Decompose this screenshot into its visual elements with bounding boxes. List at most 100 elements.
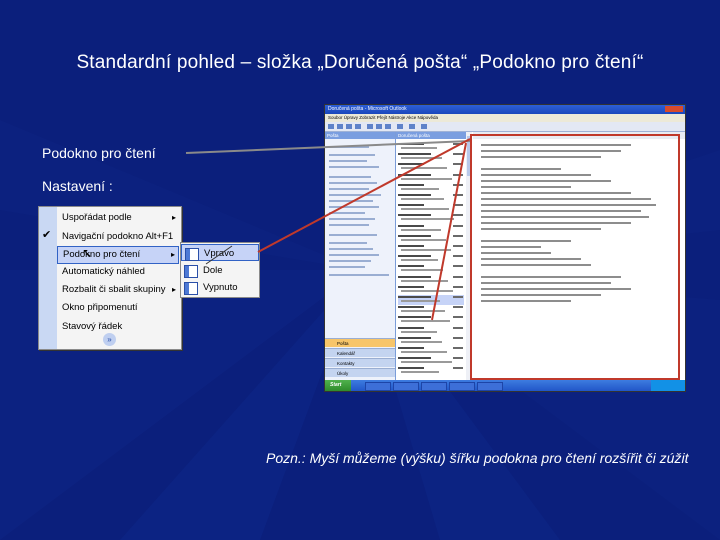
menu-item-autopreview[interactable]: Automatický náhled [57, 263, 179, 281]
row-text-line [398, 143, 424, 145]
nav-button-mail[interactable]: Pošta [325, 338, 395, 347]
menu-item-arrange-by[interactable]: Uspořádat podle ▸ [57, 209, 179, 227]
list-row[interactable] [398, 183, 464, 193]
list-row[interactable] [398, 336, 464, 346]
list-row[interactable] [398, 213, 464, 223]
row-text-line [401, 187, 439, 190]
row-text-line [398, 153, 431, 156]
nav-button-tasks[interactable]: Úkoly [325, 368, 395, 377]
list-row[interactable] [398, 326, 464, 336]
reading-pane-highlight [470, 134, 680, 380]
row-text-line [401, 279, 448, 282]
start-button[interactable]: Start [325, 380, 351, 391]
list-row[interactable] [398, 285, 464, 295]
navigation-pane: Pošta Pošta Kalendář Kontakty Úkoly [325, 132, 396, 380]
menu-item-label: Stavový řádek [62, 321, 123, 332]
nav-header: Pošta [325, 132, 395, 139]
menu-item-reminders[interactable]: Okno připomenutí [57, 299, 179, 317]
pane-layout-icon [184, 282, 198, 295]
list-row[interactable] [398, 224, 464, 234]
list-row[interactable] [398, 244, 464, 254]
row-text-line [398, 336, 431, 339]
row-text-line [398, 296, 431, 298]
row-text-line [453, 306, 463, 309]
row-text-line [401, 157, 442, 160]
list-row[interactable] [398, 366, 464, 376]
submenu-item-right[interactable]: Vpravo [181, 244, 259, 261]
taskbar-button[interactable] [449, 382, 475, 391]
row-text-line [401, 310, 445, 313]
row-text-line [401, 177, 452, 180]
footnote: Pozn.: Myší můžeme (výšku) šířku podokna… [266, 450, 689, 466]
row-text-line [453, 163, 463, 166]
row-text-line [453, 183, 463, 186]
pane-layout-icon [184, 265, 198, 278]
row-text-line [453, 285, 463, 288]
menu-item-reading-pane[interactable]: Podokno pro čtení ▸ [57, 246, 179, 264]
taskbar-button[interactable] [421, 382, 447, 391]
row-text-line [401, 351, 447, 353]
row-text-line [398, 163, 424, 166]
list-row[interactable] [398, 203, 464, 213]
row-text-line [401, 208, 449, 211]
submenu-item-bottom[interactable]: Dole [181, 262, 259, 279]
view-context-menu: ✔ Uspořádat podle ▸ Navigační podokno Alt… [38, 206, 182, 350]
list-row[interactable] [398, 346, 464, 356]
nav-button-calendar[interactable]: Kalendář [325, 348, 395, 357]
expand-menu-icon[interactable]: » [103, 333, 116, 346]
list-row[interactable] [398, 305, 464, 315]
menubar[interactable]: Soubor Úpravy Zobrazit Přejít Nástroje A… [325, 114, 685, 122]
list-header: Doručená pošta [396, 132, 466, 139]
menu-item-navigation-pane[interactable]: Navigační podokno Alt+F1 [57, 228, 179, 246]
row-text-line [453, 265, 463, 268]
row-text-line [398, 306, 424, 309]
row-text-line [401, 238, 446, 241]
row-text-line [398, 316, 431, 319]
list-row[interactable] [398, 234, 464, 244]
menu-item-label: Automatický náhled [62, 266, 145, 277]
nav-button-contacts[interactable]: Kontakty [325, 358, 395, 367]
row-text-line [453, 204, 463, 207]
check-icon: ✔ [42, 229, 52, 241]
taskbar-button[interactable] [393, 382, 419, 391]
row-text-line [401, 371, 439, 374]
row-text-line [453, 275, 463, 278]
row-text-line [401, 361, 452, 364]
list-row[interactable] [398, 264, 464, 274]
list-row[interactable] [398, 315, 464, 325]
row-text-line [453, 347, 463, 349]
row-text-line [401, 249, 451, 251]
list-row[interactable] [398, 275, 464, 285]
menu-item-expand-collapse[interactable]: Rozbalit či sbalit skupiny ▸ [57, 281, 179, 299]
list-row[interactable] [398, 254, 464, 264]
window-titlebar: Doručená pošta - Microsoft Outlook [325, 105, 685, 114]
row-text-line [401, 340, 442, 343]
row-text-line [453, 214, 463, 217]
list-row[interactable] [398, 193, 464, 203]
taskbar-button[interactable] [365, 382, 391, 391]
row-text-line [453, 173, 463, 176]
row-text-line [401, 320, 450, 323]
row-text-line [453, 194, 463, 196]
list-row[interactable] [398, 152, 464, 162]
row-text-line [401, 218, 454, 221]
pane-layout-icon [185, 248, 199, 261]
row-text-line [401, 300, 440, 302]
list-row[interactable] [398, 142, 464, 152]
submenu-arrow-icon: ▸ [171, 213, 176, 222]
row-text-line [453, 357, 463, 360]
list-row[interactable] [398, 356, 464, 366]
row-text-line [401, 228, 441, 231]
row-text-line [398, 347, 424, 349]
submenu-item-label: Vypnuto [203, 282, 238, 293]
list-row[interactable] [398, 162, 464, 172]
submenu-arrow-icon: ▸ [170, 250, 175, 259]
window-controls[interactable] [665, 106, 683, 112]
submenu-item-off[interactable]: Vypnuto [181, 279, 259, 296]
list-row[interactable] [398, 173, 464, 183]
taskbar-button[interactable] [477, 382, 503, 391]
list-row[interactable] [398, 295, 464, 305]
row-text-line [453, 255, 463, 258]
menu-item-status-bar[interactable]: Stavový řádek [57, 318, 179, 336]
message-list: Doručená pošta [396, 132, 467, 380]
